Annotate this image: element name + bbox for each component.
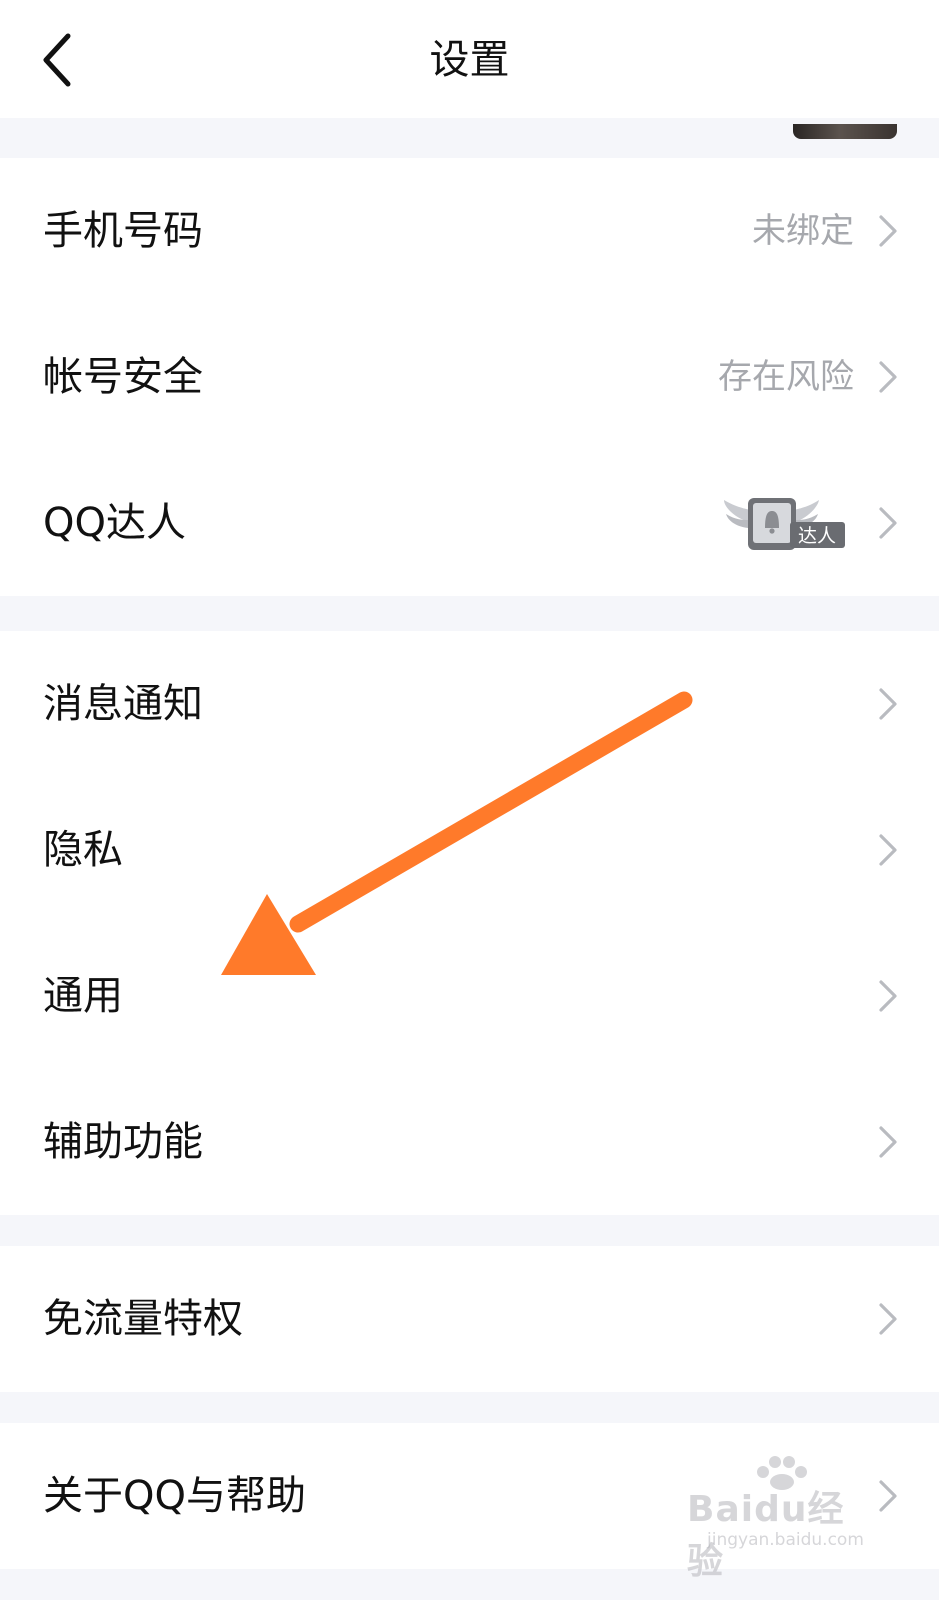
chevron-right-icon [879, 688, 897, 720]
chevron-right-icon [879, 507, 897, 539]
row-label: 辅助功能 [43, 1119, 203, 1165]
security-status-value: 存在风险 [718, 357, 854, 397]
account-security-row[interactable]: 帐号安全 存在风险 [0, 304, 939, 450]
chevron-right-icon [879, 1480, 897, 1512]
row-label: 免流量特权 [43, 1296, 243, 1342]
free-data-privilege-row[interactable]: 免流量特权 [0, 1246, 939, 1392]
phone-status-value: 未绑定 [752, 211, 854, 251]
qq-daren-row[interactable]: QQ达人 达人 [0, 450, 939, 596]
about-help-row[interactable]: 关于QQ与帮助 [0, 1423, 939, 1569]
privacy-row[interactable]: 隐私 [0, 777, 939, 923]
settings-screen: 设置 手机号码 未绑定 帐号安全 存在风险 QQ达人 达人 消息通知 隐私 通用… [0, 0, 939, 1600]
svg-text:达人: 达人 [798, 525, 836, 547]
page-title: 设置 [429, 37, 510, 83]
chevron-right-icon [879, 361, 897, 393]
row-label: 关于QQ与帮助 [43, 1473, 306, 1519]
chevron-right-icon [879, 834, 897, 866]
nav-bar: 设置 [0, 0, 939, 118]
row-label: 帐号安全 [43, 354, 203, 400]
row-label: 隐私 [43, 827, 123, 873]
row-label: 手机号码 [43, 208, 203, 254]
general-group: 消息通知 隐私 通用 辅助功能 [0, 631, 939, 1215]
chevron-right-icon [879, 1303, 897, 1335]
account-group: 手机号码 未绑定 帐号安全 存在风险 QQ达人 达人 [0, 158, 939, 596]
chevron-right-icon [879, 215, 897, 247]
row-label: 消息通知 [43, 681, 203, 727]
data-free-group: 免流量特权 [0, 1246, 939, 1392]
general-row[interactable]: 通用 [0, 923, 939, 1069]
avatar-thumbnail [793, 124, 897, 139]
row-label: QQ达人 [43, 500, 186, 546]
daren-badge-icon: 达人 [724, 498, 845, 550]
about-group: 关于QQ与帮助 [0, 1423, 939, 1569]
message-notification-row[interactable]: 消息通知 [0, 631, 939, 777]
accessibility-row[interactable]: 辅助功能 [0, 1069, 939, 1215]
row-label: 通用 [43, 973, 123, 1019]
chevron-right-icon [879, 1126, 897, 1158]
chevron-right-icon [879, 980, 897, 1012]
phone-number-row[interactable]: 手机号码 未绑定 [0, 158, 939, 304]
